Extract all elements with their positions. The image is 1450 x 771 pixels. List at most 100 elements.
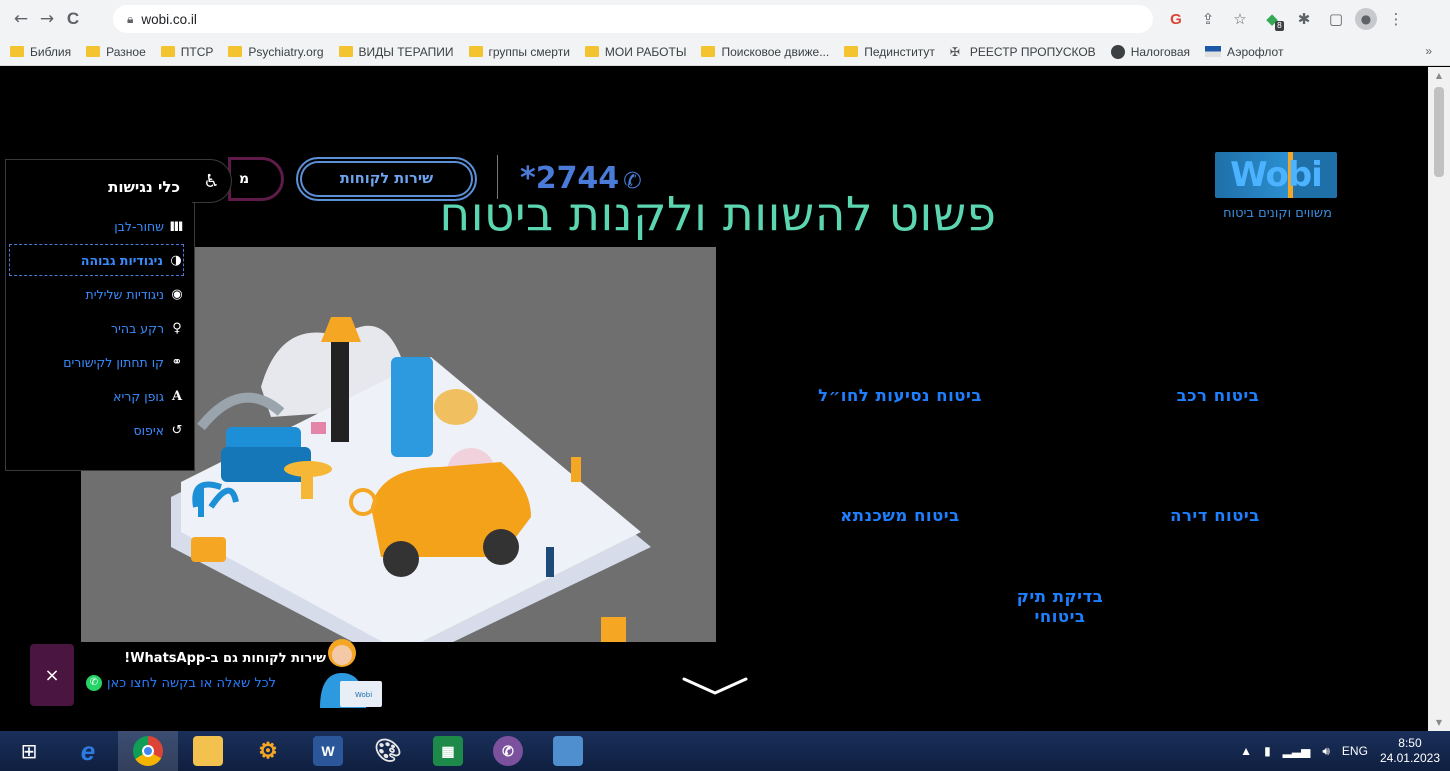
taskbar-chrome[interactable]	[118, 731, 178, 771]
apartment-insurance-link[interactable]: ביטוח דירה	[1140, 506, 1290, 525]
bookmark-label: группы смерти	[488, 44, 570, 59]
reload-button[interactable]: C	[60, 6, 86, 32]
side-panel-icon[interactable]: ▢	[1323, 6, 1349, 32]
share-icon[interactable]: ⇪	[1195, 6, 1221, 32]
bookmark-item[interactable]: Аэрофлот	[1205, 45, 1283, 59]
google-translate-icon[interactable]: G	[1163, 6, 1189, 32]
paint-palette-icon: 🎨︎	[374, 738, 402, 763]
logo-wordmark: Wobi	[1215, 152, 1337, 198]
taskbar-ie[interactable]: e	[58, 731, 118, 771]
accessibility-panel: כלי נגישות ▌▌▌ שחור-לבן ◑ ניגודיות גבוהה…	[5, 159, 195, 471]
travel-insurance-link[interactable]: ביטוח נסיעות לחו״ל	[790, 386, 1010, 405]
page-scrollbar[interactable]: ▲ ▼	[1428, 67, 1450, 731]
language-indicator[interactable]: ENG	[1342, 744, 1368, 758]
folder-icon	[844, 46, 859, 57]
clock[interactable]: 8:50 24.01.2023	[1380, 736, 1440, 766]
a11y-option-label: קו תחתון לקישורים	[63, 354, 164, 370]
accessibility-toggle-button[interactable]: ♿︎	[192, 159, 232, 203]
bookmark-item[interactable]: МОИ РАБОТЫ	[584, 45, 686, 59]
gear-icon: ⚙	[258, 738, 278, 763]
a11y-underline-links-option[interactable]: ⚭ קו תחתון לקישורים	[9, 346, 184, 378]
taskbar-paint[interactable]: 🎨︎	[358, 731, 418, 771]
clock-date: 24.01.2023	[1379, 751, 1440, 765]
bookmark-item[interactable]: Psychiatry.org	[228, 45, 324, 59]
header-divider	[497, 155, 498, 199]
scroll-down-chevron-icon[interactable]	[682, 675, 748, 697]
a11y-grayscale-option[interactable]: ▌▌▌ שחור-לבן	[9, 210, 185, 242]
support-agent-illustration: Wobi	[320, 639, 382, 708]
accessibility-panel-title: כלי נגישות	[108, 178, 180, 196]
barcode-icon: ▌▌▌	[170, 221, 185, 231]
taskbar-settings-app[interactable]: ⚙	[238, 731, 298, 771]
a11y-reset-option[interactable]: ↺ איפוס	[9, 414, 184, 446]
extension-icon[interactable]: ◆ 8	[1259, 6, 1285, 32]
hero-title: פשוט להשוות ולקנות ביטוח	[439, 187, 997, 242]
address-bar[interactable]: 🔒︎ wobi.co.il	[113, 5, 1153, 33]
taskbar-calculator[interactable]: ▦	[418, 731, 478, 771]
back-button[interactable]: ←	[8, 6, 34, 32]
policy-check-link[interactable]: בדיקת תיק ביטוחי	[990, 587, 1130, 627]
scroll-up-arrow-icon[interactable]: ▲	[1434, 71, 1444, 80]
taskbar-word[interactable]: W	[298, 731, 358, 771]
a11y-high-contrast-option[interactable]: ◑ ניגודיות גבוהה	[9, 244, 184, 276]
bookmark-item[interactable]: ПТСР	[160, 45, 213, 59]
bookmark-item[interactable]: Пединститут	[844, 45, 935, 59]
whatsapp-icon: ✆	[86, 675, 102, 691]
battery-icon[interactable]: ▮	[1264, 744, 1271, 758]
bookmark-star-icon[interactable]: ☆	[1227, 6, 1253, 32]
contrast-icon: ◑	[170, 252, 182, 268]
whatsapp-link-text: לכל שאלה או בקשה לחצו כאן	[107, 675, 277, 691]
profile-avatar-icon[interactable]: ●	[1355, 8, 1377, 30]
lock-icon: 🔒︎	[127, 11, 134, 26]
folder-icon	[160, 46, 175, 57]
tray-expand-icon[interactable]: ▲	[1240, 744, 1252, 758]
volume-icon[interactable]: 🔊︎	[1322, 744, 1330, 759]
wobi-logo[interactable]: Wobi משווים וקונים ביטוח	[1215, 152, 1340, 232]
phone-number-text: *2744	[520, 161, 620, 196]
bookmark-item[interactable]: ✠ РЕЕСТР ПРОПУСКОВ	[950, 45, 1096, 59]
forward-button[interactable]: →	[34, 6, 60, 32]
bookmarks-more-button[interactable]: »	[1425, 44, 1432, 58]
phone-icon: ✆	[623, 169, 642, 194]
a11y-negative-contrast-option[interactable]: ◉ ניגודיות שלילית	[9, 278, 184, 310]
a11y-option-label: גופן קריא	[113, 388, 164, 404]
a11y-option-label: איפוס	[133, 422, 164, 438]
car-insurance-link[interactable]: ביטוח רכב	[1148, 386, 1288, 405]
scroll-thumb[interactable]	[1434, 87, 1444, 177]
extensions-puzzle-icon[interactable]: ✱	[1291, 6, 1317, 32]
bookmark-item[interactable]: Разное	[86, 45, 146, 59]
bookmark-item[interactable]: Поисковое движе...	[701, 45, 829, 59]
a11y-light-background-option[interactable]: ♀ רקע בהיר	[9, 312, 184, 344]
personal-area-button[interactable]: מ	[228, 157, 284, 201]
phone-number[interactable]: *2744 ✆	[520, 161, 642, 196]
menu-kebab-icon[interactable]: ⋮	[1383, 6, 1409, 32]
globe-icon	[1110, 44, 1125, 59]
taskbar-explorer[interactable]	[178, 731, 238, 771]
file-explorer-icon	[193, 736, 223, 766]
bookmark-item[interactable]: ВИДЫ ТЕРАПИИ	[338, 45, 454, 59]
whatsapp-link[interactable]: לכל שאלה או בקשה לחצו כאן ✆	[86, 675, 326, 691]
bookmark-item[interactable]: Налоговая	[1110, 44, 1191, 59]
folder-icon	[338, 46, 353, 57]
bookmark-item[interactable]: группы смерти	[468, 44, 570, 59]
mortgage-insurance-link[interactable]: ביטוח משכנתא	[800, 506, 1000, 525]
bookmark-label: Разное	[106, 44, 146, 59]
bookmark-label: Поисковое движе...	[721, 44, 830, 59]
lightbulb-icon: ♀	[172, 320, 182, 336]
bookmark-label: Пединститут	[864, 44, 935, 59]
browser-toolbar: ← → C 🔒︎ wobi.co.il G ⇪ ☆ ◆ 8 ✱ ▢ ● ⋮	[0, 0, 1450, 38]
customer-service-button[interactable]: שירות לקוחות	[296, 157, 477, 201]
scroll-down-arrow-icon[interactable]: ▼	[1434, 718, 1444, 727]
laptop-brand: Wobi	[355, 691, 372, 699]
start-button[interactable]: ⊞	[0, 731, 58, 771]
taskbar-viber[interactable]: ✆	[478, 731, 538, 771]
taskbar-app-extra[interactable]	[538, 731, 598, 771]
font-icon: A	[171, 388, 183, 404]
calculator-icon: ▦	[433, 736, 463, 766]
windows-logo-icon: ⊞	[20, 739, 38, 763]
signal-icon[interactable]: ▂▃▅	[1283, 744, 1311, 758]
whatsapp-close-button[interactable]: ×	[30, 644, 74, 706]
bookmark-label: Налоговая	[1130, 44, 1191, 59]
a11y-readable-font-option[interactable]: A גופן קריא	[9, 380, 184, 412]
bookmark-item[interactable]: Библия	[10, 45, 71, 59]
